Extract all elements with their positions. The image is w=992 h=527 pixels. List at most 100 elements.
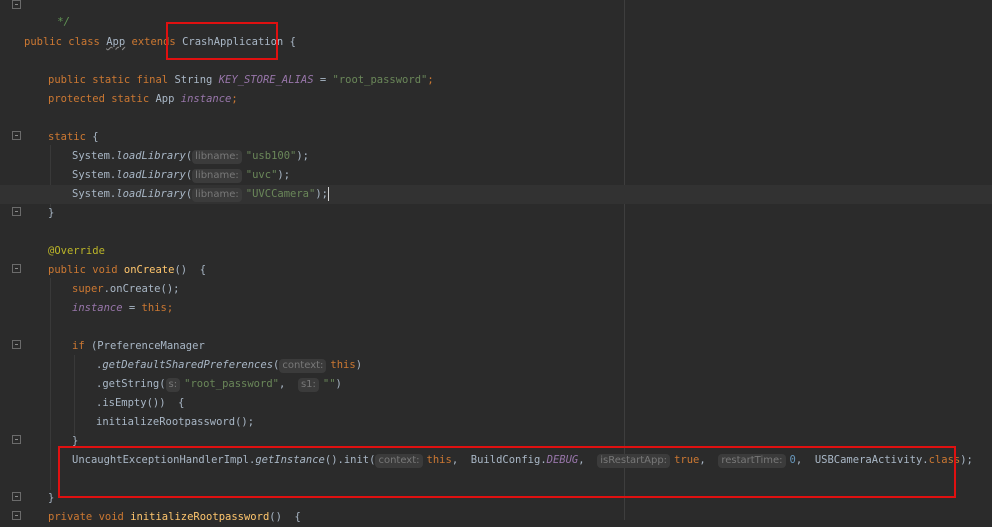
object-ref: System. [72,150,117,162]
code-line-chain: .isEmpty()) { [0,394,992,413]
method-call: getInstance [255,454,325,466]
code-line-annotation: @Override [0,242,992,261]
brace: } [72,435,79,447]
keyword: this [426,454,452,466]
paren: ); [277,169,291,181]
comma: , [578,454,598,466]
code-line-init: initializeRootpassword(); [0,413,992,432]
method-call: .getString( [96,378,166,390]
class-ref: USBCameraActivity. [814,454,929,466]
method-call: loadLibrary [116,188,186,200]
keyword: this [330,359,356,371]
paren: ) [335,378,342,390]
string-literal: "usb100" [245,150,297,162]
code-line-field: protected static App instance; [0,90,992,109]
code-line-field: public static final String KEY_STORE_ALI… [0,71,992,90]
object-ref: System. [72,188,117,200]
field-name: instance [180,93,232,105]
string-literal: "root_password" [332,74,428,86]
method-name: onCreate [123,264,175,276]
keyword: super [72,283,104,295]
keyword: public [24,36,62,48]
parameter-hint: libname: [192,150,242,164]
keyword: static [48,131,86,143]
parameter-hint: s: [165,378,181,392]
class-ref: UncaughtExceptionHandlerImpl. [72,454,256,466]
code-line-private: private void initializeRootpassword() { [0,508,992,527]
superclass-name: CrashApplication [182,36,284,48]
code-line-loadlib: System.loadLibrary(libname: "usb100"); [0,147,992,166]
paren: ); [960,454,973,466]
brace: } [48,207,55,219]
code-line-if: if (PreferenceManager [0,337,992,356]
class-ref: BuildConfig. [470,454,547,466]
code-line-class-decl: public class App extends CrashApplicatio… [0,33,992,52]
parameter-hint: context: [279,359,327,373]
code-line-oncreate: public void onCreate() { [0,261,992,280]
method-call: .onCreate(); [103,283,180,295]
comma: , [278,378,298,390]
type-name: String [174,74,213,86]
string-literal: "" [322,378,336,390]
paren: ) [355,359,363,371]
keyword: class [928,454,961,466]
code-line-super: super.onCreate(); [0,280,992,299]
expression: (PreferenceManager [84,340,205,352]
comma: , [451,454,471,466]
object-ref: System. [72,169,117,181]
comma: , [795,454,815,466]
signature-rest: () { [269,511,301,523]
code-line-handler: UncaughtExceptionHandlerImpl.getInstance… [0,451,992,470]
keyword: if [72,340,85,352]
modifiers: public void [48,264,118,276]
code-line-close: } [0,204,992,223]
method-call: initializeRootpassword(); [96,416,255,428]
modifiers: private void [48,511,124,523]
method-call: getDefaultSharedPreferences [102,359,274,371]
parameter-hint: libname: [192,169,242,183]
paren: ); [315,188,328,200]
method-call: loadLibrary [116,169,186,181]
type-name: App [155,93,175,105]
keyword: this [141,302,167,314]
code-line-close: } [0,432,992,451]
signature-rest: () { [174,264,207,276]
operator: = [319,74,327,86]
class-name: App [106,36,126,48]
field-name: KEY_STORE_ALIAS [218,74,314,86]
brace: { [92,131,99,143]
string-literal: "UVCCamera" [245,188,316,200]
code-line-chain: .getDefaultSharedPreferences(context: thi… [0,356,992,375]
code-line-close: } [0,489,992,508]
keyword: extends [131,36,176,48]
semicolon: ; [166,302,174,314]
modifiers: public static final [48,74,169,86]
keyword: true [674,454,700,466]
string-literal: "root_password" [184,378,279,390]
paren: ); [296,150,310,162]
code-line-loadlib: System.loadLibrary(libname: "uvc"); [0,166,992,185]
annotation: @Override [48,245,105,257]
parameter-hint: isRestartApp: [597,454,671,468]
comment-end: */ [57,16,70,28]
parameter-hint: restartTime: [718,454,786,468]
code-line-assign: instance = this; [0,299,992,318]
comma: , [699,454,719,466]
parameter-hint: libname: [192,188,242,202]
parameter-hint: s1: [297,378,319,392]
text-caret [327,187,329,201]
string-literal: "uvc" [245,169,278,181]
semicolon: ; [427,74,434,86]
code-line: */ [0,0,992,28]
semicolon: ; [231,93,238,105]
method-name: initializeRootpassword [130,511,270,523]
code-line-loadlib-current: System.loadLibrary(libname: "UVCCamera"); [0,185,992,204]
method-call: ().init( [324,454,376,466]
method-call: loadLibrary [116,150,186,162]
brace: } [48,492,55,504]
parameter-hint: context: [375,454,423,468]
field-name: instance [72,302,123,314]
code-line-static: static { [0,128,992,147]
method-call: .isEmpty()) { [96,397,185,409]
brace: { [289,36,296,48]
